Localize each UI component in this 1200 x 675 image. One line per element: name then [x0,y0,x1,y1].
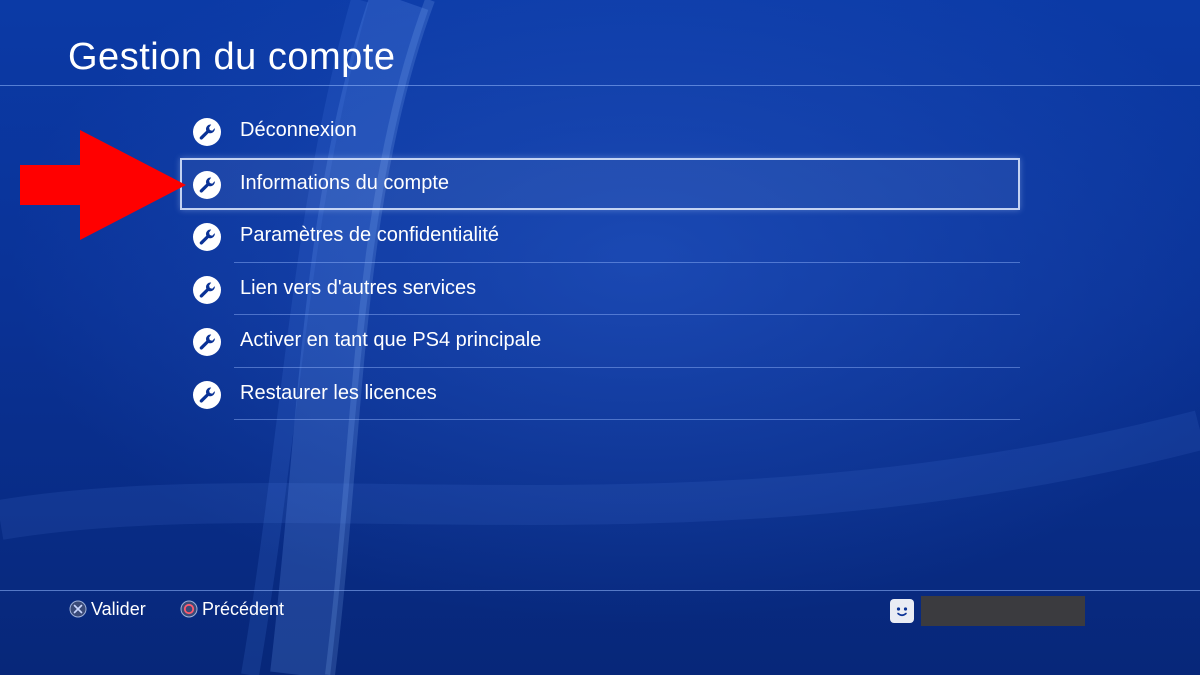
menu-item-informations-du-compte[interactable]: Informations du compte [180,157,1020,210]
wrench-icon [193,223,221,251]
arrow-right-icon [20,130,186,240]
menu-item-activer-ps4-principale[interactable]: Activer en tant que PS4 principale [180,315,1020,368]
smiley-avatar-icon [890,599,914,623]
menu-item-label: Lien vers d'autres services [240,276,477,299]
menu-item-label: Restaurer les licences [240,381,437,404]
confirm-hint: Valider [69,598,146,620]
page-title: Gestion du compte [68,36,396,78]
user-name-redacted [921,596,1085,626]
back-label: Précédent [202,598,285,619]
menu-divider [234,419,1020,420]
wrench-icon [193,118,221,146]
menu-item-parametres-de-confidentialite[interactable]: Paramètres de confidentialité [180,210,1020,263]
wrench-icon [193,275,221,304]
menu-item-deconnexion[interactable]: Déconnexion [180,105,1020,158]
user-area [890,596,1085,626]
menu-item-restaurer-les-licences[interactable]: Restaurer les licences [180,368,1020,420]
footer-divider [0,590,1200,591]
cross-button-icon [69,600,87,618]
back-hint: Précédent [180,598,284,620]
menu-item-label: Déconnexion [240,119,357,141]
menu-item-label: Paramètres de confidentialité [240,224,500,246]
menu-item-lien-vers-autres-services[interactable]: Lien vers d'autres services [180,263,1020,315]
circle-button-icon [180,600,198,618]
wrench-icon [193,170,221,199]
wrench-icon [193,380,221,409]
wrench-icon [193,328,221,356]
header-divider [0,85,1200,86]
confirm-label: Valider [91,598,146,619]
menu-item-label: Activer en tant que PS4 principale [240,329,542,351]
account-menu: Déconnexion Informations du compte Param… [180,105,1020,420]
menu-item-label: Informations du compte [240,171,449,194]
